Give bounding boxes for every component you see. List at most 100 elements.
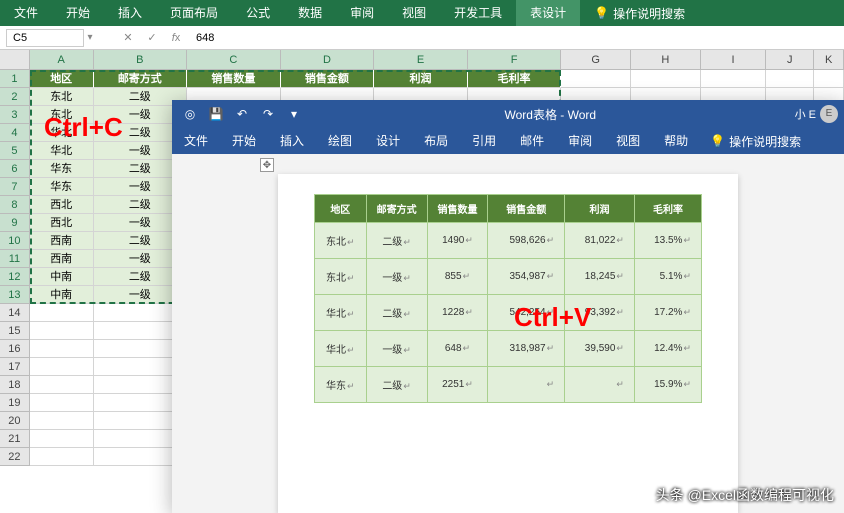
word-table-cell[interactable]: 18,245↵	[565, 259, 635, 295]
row-header[interactable]: 7	[0, 178, 30, 196]
word-table-cell[interactable]: 318,987↵	[488, 331, 565, 367]
cell[interactable]	[30, 358, 94, 376]
word-table-cell[interactable]: 华东↵	[315, 367, 367, 403]
row-header[interactable]: 5	[0, 142, 30, 160]
column-header[interactable]: F	[468, 50, 562, 69]
word-table-cell[interactable]: 81,022↵	[565, 223, 635, 259]
excel-tab-开始[interactable]: 开始	[52, 0, 104, 26]
word-table-cell[interactable]: 5.1%↵	[634, 259, 701, 295]
row-header[interactable]: 9	[0, 214, 30, 232]
cell[interactable]: 华东	[30, 160, 94, 178]
column-header[interactable]: K	[814, 50, 844, 69]
excel-tab-表设计[interactable]: 表设计	[516, 0, 580, 26]
table-row[interactable]: 华北↵二级↵1228↵542,254↵93,392↵17.2%↵	[315, 295, 702, 331]
cell[interactable]	[30, 376, 94, 394]
word-table-cell[interactable]: 华北↵	[315, 331, 367, 367]
cell[interactable]	[30, 430, 94, 448]
table-row[interactable]: 华东↵二级↵2251↵↵↵15.9%↵	[315, 367, 702, 403]
cell[interactable]: 销售金额	[281, 70, 375, 88]
row-header[interactable]: 21	[0, 430, 30, 448]
column-header[interactable]: B	[94, 50, 188, 69]
cell[interactable]	[30, 448, 94, 466]
autosave-icon[interactable]: ◎	[180, 107, 200, 121]
row-header[interactable]: 4	[0, 124, 30, 142]
word-table[interactable]: 地区邮寄方式销售数量销售金额利润毛利率 东北↵二级↵1490↵598,626↵8…	[314, 194, 702, 403]
table-move-handle[interactable]: ✥	[260, 158, 274, 172]
word-tab-视图[interactable]: 视图	[604, 128, 652, 154]
cell[interactable]: 利润	[374, 70, 468, 88]
cell[interactable]: 邮寄方式	[94, 70, 188, 88]
cell[interactable]: 西北	[30, 214, 94, 232]
redo-icon[interactable]: ↷	[258, 107, 278, 121]
cell[interactable]: 毛利率	[468, 70, 562, 88]
cell[interactable]: 地区	[30, 70, 94, 88]
row-header[interactable]: 6	[0, 160, 30, 178]
row-header[interactable]: 11	[0, 250, 30, 268]
name-box[interactable]	[6, 29, 84, 47]
table-row[interactable]: 华北↵一级↵648↵318,987↵39,590↵12.4%↵	[315, 331, 702, 367]
word-tab-邮件[interactable]: 邮件	[508, 128, 556, 154]
cell[interactable]	[561, 70, 631, 88]
row-header[interactable]: 13	[0, 286, 30, 304]
word-table-cell[interactable]: 12.4%↵	[634, 331, 701, 367]
word-tab-文件[interactable]: 文件	[172, 128, 220, 154]
save-icon[interactable]: 💾	[206, 107, 226, 121]
row-header[interactable]: 15	[0, 322, 30, 340]
word-table-cell[interactable]: 二级↵	[366, 223, 427, 259]
column-header[interactable]: J	[766, 50, 814, 69]
cell[interactable]: 西南	[30, 232, 94, 250]
row-header[interactable]: 10	[0, 232, 30, 250]
cell[interactable]: 销售数量	[187, 70, 281, 88]
row-header[interactable]: 16	[0, 340, 30, 358]
cell[interactable]	[30, 394, 94, 412]
tell-me-search[interactable]: 💡操作说明搜索	[584, 5, 695, 22]
row-header[interactable]: 18	[0, 376, 30, 394]
row-header[interactable]: 3	[0, 106, 30, 124]
row-header[interactable]: 1	[0, 70, 30, 88]
excel-tab-公式[interactable]: 公式	[232, 0, 284, 26]
accept-formula-icon[interactable]: ✓	[140, 31, 164, 44]
cell[interactable]: 西北	[30, 196, 94, 214]
table-row[interactable]: 东北↵二级↵1490↵598,626↵81,022↵13.5%↵	[315, 223, 702, 259]
cell[interactable]	[30, 304, 94, 322]
word-table-cell[interactable]: ↵	[488, 367, 565, 403]
excel-tab-页面布局[interactable]: 页面布局	[156, 0, 232, 26]
row-header[interactable]: 22	[0, 448, 30, 466]
row-header[interactable]: 8	[0, 196, 30, 214]
column-header[interactable]: I	[701, 50, 767, 69]
cell[interactable]: 华北	[30, 142, 94, 160]
excel-tab-插入[interactable]: 插入	[104, 0, 156, 26]
cell[interactable]: 中南	[30, 268, 94, 286]
cell[interactable]: 中南	[30, 286, 94, 304]
table-row[interactable]: 东北↵一级↵855↵354,987↵18,245↵5.1%↵	[315, 259, 702, 295]
word-tab-开始[interactable]: 开始	[220, 128, 268, 154]
excel-tab-视图[interactable]: 视图	[388, 0, 440, 26]
word-table-cell[interactable]: 二级↵	[366, 295, 427, 331]
column-header[interactable]: G	[561, 50, 631, 69]
excel-tab-审阅[interactable]: 审阅	[336, 0, 388, 26]
word-table-cell[interactable]: 39,590↵	[565, 331, 635, 367]
cell[interactable]	[30, 322, 94, 340]
word-table-cell[interactable]: 17.2%↵	[634, 295, 701, 331]
word-table-cell[interactable]: ↵	[565, 367, 635, 403]
cell[interactable]	[631, 70, 701, 88]
word-tab-审阅[interactable]: 审阅	[556, 128, 604, 154]
word-table-cell[interactable]: 华北↵	[315, 295, 367, 331]
column-header[interactable]: H	[631, 50, 701, 69]
row-header[interactable]: 19	[0, 394, 30, 412]
cell[interactable]	[814, 70, 844, 88]
formula-input[interactable]: 648	[188, 31, 844, 45]
word-table-cell[interactable]: 一级↵	[366, 259, 427, 295]
cell[interactable]: 西南	[30, 250, 94, 268]
word-table-cell[interactable]: 东北↵	[315, 223, 367, 259]
row-header[interactable]: 12	[0, 268, 30, 286]
fx-icon[interactable]: fx	[164, 32, 188, 44]
cell[interactable]: 东北	[30, 88, 94, 106]
cell[interactable]	[30, 340, 94, 358]
row-header[interactable]: 20	[0, 412, 30, 430]
word-tell-me[interactable]: 💡操作说明搜索	[700, 133, 811, 150]
cell[interactable]	[701, 70, 767, 88]
word-tab-绘图[interactable]: 绘图	[316, 128, 364, 154]
word-table-cell[interactable]: 598,626↵	[488, 223, 565, 259]
word-tab-插入[interactable]: 插入	[268, 128, 316, 154]
